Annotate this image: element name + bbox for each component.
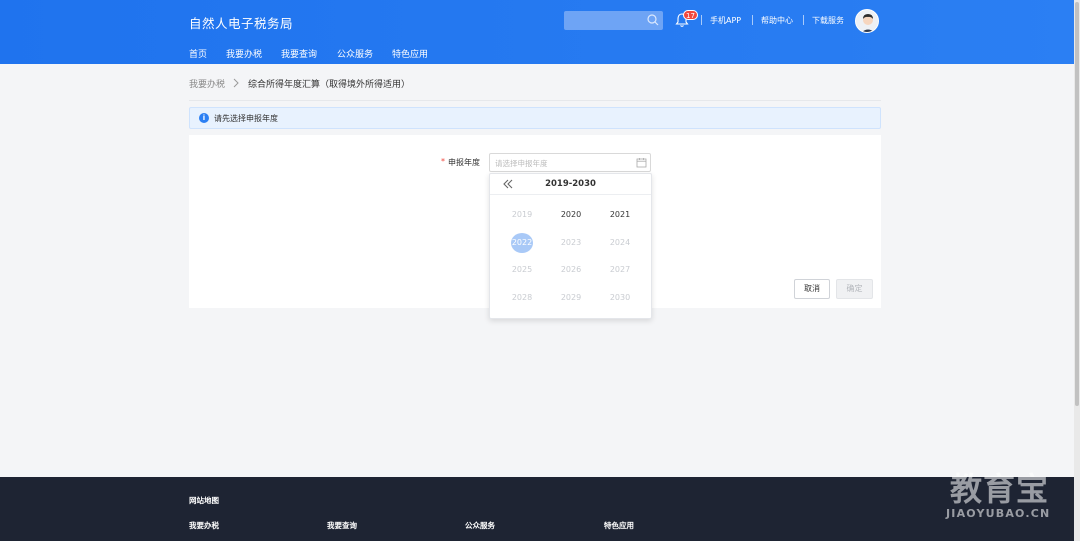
notice-text: 请先选择申报年度 xyxy=(214,114,278,123)
footer-col-query[interactable]: 我要查询 xyxy=(327,520,357,531)
divider xyxy=(490,194,651,195)
scrollbar-thumb[interactable] xyxy=(1075,2,1079,406)
divider xyxy=(189,100,881,101)
year-option-2024[interactable]: 2024 xyxy=(609,233,631,253)
divider xyxy=(701,15,702,25)
footer-col-featured[interactable]: 特色应用 xyxy=(604,520,634,531)
cancel-button[interactable]: 取消 xyxy=(794,279,830,299)
footer-title: 网站地图 xyxy=(189,496,219,505)
nav-home[interactable]: 首页 xyxy=(189,47,207,60)
year-field-label: 申报年度 xyxy=(448,158,480,167)
year-field[interactable]: 请选择申报年度 xyxy=(489,153,651,172)
watermark-logo: 教育宝 xyxy=(950,470,1050,508)
chevron-right-icon xyxy=(233,78,239,88)
search-input[interactable] xyxy=(564,11,663,30)
user-avatar-icon xyxy=(856,10,878,32)
watermark-text: JIAOYUBAO.CN xyxy=(946,507,1051,520)
year-option-2021[interactable]: 2021 xyxy=(609,205,631,225)
year-option-2019[interactable]: 2019 xyxy=(511,205,533,225)
year-option-2027[interactable]: 2027 xyxy=(609,260,631,280)
nav-query[interactable]: 我要查询 xyxy=(281,47,317,60)
divider xyxy=(752,15,753,25)
confirm-button[interactable]: 确定 xyxy=(836,279,873,299)
required-mark: * xyxy=(441,157,445,166)
year-option-2030[interactable]: 2030 xyxy=(609,288,631,308)
notification-badge: 17 xyxy=(683,10,698,20)
site-brand[interactable]: 自然人电子税务局 xyxy=(189,13,293,32)
footer-col-public[interactable]: 公众服务 xyxy=(465,520,495,531)
year-option-2026[interactable]: 2026 xyxy=(560,260,582,280)
info-notice: i 请先选择申报年度 xyxy=(189,107,881,129)
year-range-label: 2019-2030 xyxy=(545,179,596,189)
nav-public-service[interactable]: 公众服务 xyxy=(337,47,373,60)
year-picker-dropdown: 2019-2030 2019 2020 2021 2022 2023 2024 2025 20… xyxy=(489,173,652,319)
avatar[interactable] xyxy=(855,9,879,33)
footer-col-tax[interactable]: 我要办税 xyxy=(189,520,219,531)
nav-tax-handling[interactable]: 我要办税 xyxy=(226,47,262,60)
year-option-2025[interactable]: 2025 xyxy=(511,260,533,280)
top-header: 自然人电子税务局 17 手机APP 帮助中心 下载服务 首页 我要办税 我要查询… xyxy=(0,0,1074,64)
page-scrollbar[interactable] xyxy=(1074,0,1080,541)
nav-featured[interactable]: 特色应用 xyxy=(392,47,428,60)
link-mobile-app[interactable]: 手机APP xyxy=(710,15,741,26)
year-field-placeholder: 请选择申报年度 xyxy=(495,159,548,168)
info-icon: i xyxy=(199,113,209,123)
breadcrumb-parent[interactable]: 我要办税 xyxy=(189,77,225,90)
year-option-2028[interactable]: 2028 xyxy=(511,288,533,308)
search-icon[interactable] xyxy=(646,13,660,27)
calendar-icon[interactable] xyxy=(636,157,647,168)
year-option-2029[interactable]: 2029 xyxy=(560,288,582,308)
year-option-2023[interactable]: 2023 xyxy=(560,233,582,253)
link-download[interactable]: 下载服务 xyxy=(812,15,844,26)
link-help-center[interactable]: 帮助中心 xyxy=(761,15,793,26)
breadcrumb-current: 综合所得年度汇算（取得境外所得适用） xyxy=(248,80,411,90)
divider xyxy=(803,15,804,25)
year-option-2022[interactable]: 2022 xyxy=(511,233,533,253)
site-footer xyxy=(0,477,1074,541)
year-option-2020[interactable]: 2020 xyxy=(560,205,582,225)
